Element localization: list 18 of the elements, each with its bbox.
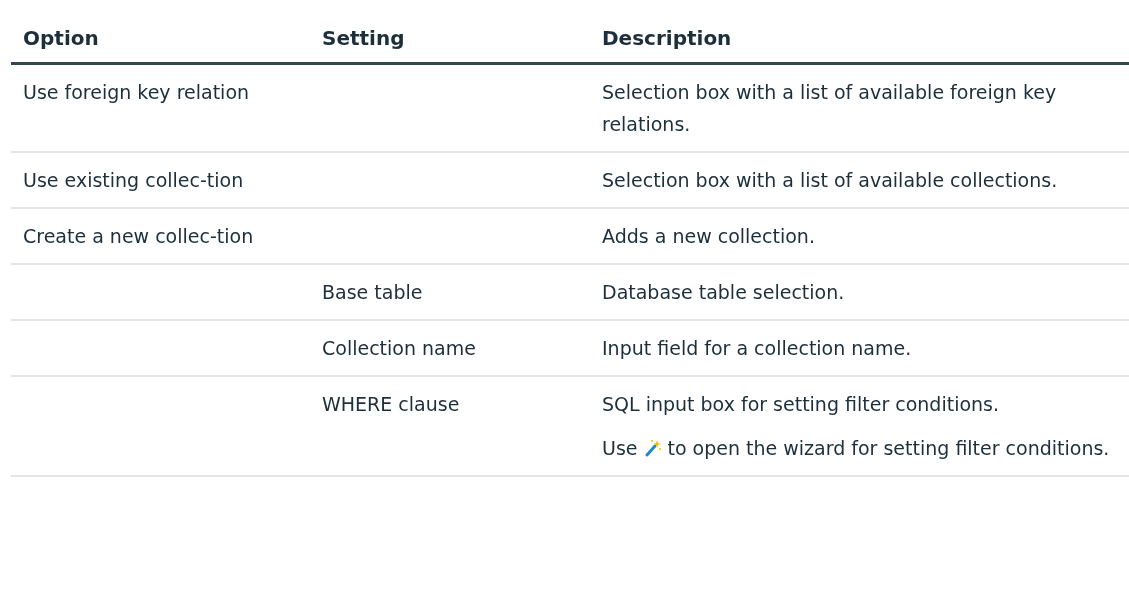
option-name: Create a new collec-tion (23, 225, 254, 247)
description-text: Use (602, 437, 638, 459)
setting-name: WHERE clause (322, 393, 460, 415)
column-header: Description (602, 26, 732, 50)
setting-name: Base table (322, 281, 423, 303)
description-text: SQL input box for setting filter conditions. (602, 392, 1001, 417)
magic-wand-icon (643, 439, 662, 457)
column-header: Setting (322, 26, 405, 50)
description-text: Database table selection. (602, 280, 846, 305)
description-text: Selection box with a list of available foreign key relations. (602, 80, 1058, 137)
description-text: Adds a new collection. (602, 224, 816, 249)
description-text: Input field for a collection name. (602, 336, 913, 361)
description-text: to open the wizard for setting filter conditions. (667, 437, 1110, 459)
setting-name: Collection name (322, 337, 476, 359)
option-name: Use foreign key relation (23, 81, 250, 103)
column-header: Option (23, 26, 99, 50)
description-text: Selection box with a list of available collections. (602, 168, 1059, 193)
option-name: Use existing collec-tion (23, 169, 244, 191)
